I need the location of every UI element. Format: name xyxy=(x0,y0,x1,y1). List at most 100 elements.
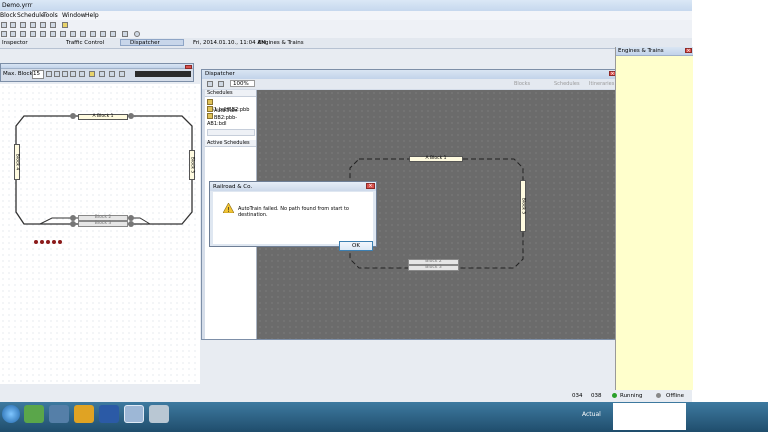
left-block-a1[interactable]: A Block 1 xyxy=(78,114,128,120)
running-icon xyxy=(612,393,617,398)
schedule-icon xyxy=(207,113,213,119)
stop-icon[interactable] xyxy=(134,30,140,37)
filter-schedules[interactable]: Schedules xyxy=(554,81,580,87)
tool-icon[interactable] xyxy=(30,21,36,28)
menu-block[interactable]: Block xyxy=(0,12,16,19)
tool-icon[interactable] xyxy=(20,30,26,37)
tool-icon[interactable] xyxy=(110,30,116,37)
dialog-body: ! AutoTrain failed. No path found from s… xyxy=(213,192,373,251)
left-block-4[interactable]: Block 4 xyxy=(14,144,20,180)
taskbar-app-icon[interactable] xyxy=(149,405,169,423)
menu-tools[interactable]: Tools xyxy=(43,12,58,19)
close-icon[interactable]: × xyxy=(685,48,692,54)
left-track-plan: A Block 1 Block 4 Block 5 Block 2 Block … xyxy=(0,84,200,384)
switchboard-window: Max. Blocks: 15 xyxy=(0,63,194,82)
status-bar: 034 038 Running Offline xyxy=(570,391,692,401)
tray-popup xyxy=(613,403,686,430)
schedule-icon xyxy=(207,106,213,112)
error-dialog: Railroad & Co. × ! AutoTrain failed. No … xyxy=(209,181,377,251)
tool-icon[interactable] xyxy=(62,71,68,77)
tool-icon[interactable] xyxy=(89,71,95,77)
filter-blocks[interactable]: Blocks xyxy=(514,81,530,87)
schedules-scrollbar[interactable] xyxy=(207,129,255,136)
schedules-header: Schedules xyxy=(205,90,256,97)
tool-icon[interactable] xyxy=(50,21,56,28)
left-track-svg xyxy=(15,113,193,244)
tool-icon[interactable] xyxy=(70,71,76,77)
close-icon[interactable]: × xyxy=(366,183,375,189)
zoom-select[interactable]: 100% xyxy=(230,80,255,87)
filter-itineraries[interactable]: Itineraries xyxy=(589,81,614,87)
offline-icon xyxy=(656,393,661,398)
view-tabs: Inspector Traffic Control Dispatcher Fri… xyxy=(0,38,692,49)
help-icon[interactable] xyxy=(62,21,68,28)
dispatcher-title: Dispatcher xyxy=(205,71,235,77)
status-value-1: 034 xyxy=(572,393,583,399)
dialog-title: Railroad & Co. xyxy=(213,184,253,190)
status-offline[interactable]: Offline xyxy=(666,393,684,399)
dispatcher-toolbar: 100% Blocks Schedules Itineraries xyxy=(202,79,617,89)
tool-icon[interactable] xyxy=(119,71,125,77)
tool-icon[interactable] xyxy=(100,30,106,37)
switchboard-header xyxy=(1,64,193,69)
dispatcher-block-5-label: Block 5 xyxy=(520,197,526,215)
save-icon[interactable] xyxy=(20,21,26,28)
left-block-4-label: Block 4 xyxy=(14,153,20,171)
tool-icon[interactable] xyxy=(40,30,46,37)
tool-icon[interactable] xyxy=(207,81,213,87)
redacted-field xyxy=(135,71,191,77)
taskbar-outlook-icon[interactable] xyxy=(74,405,94,423)
engines-trains-panel: Engines & Trains × xyxy=(615,47,693,390)
engines-header: Engines & Trains × xyxy=(616,47,693,56)
tool-icon[interactable] xyxy=(30,30,36,37)
pointer-icon[interactable] xyxy=(218,81,224,87)
start-button[interactable] xyxy=(2,405,20,423)
tool-icon[interactable] xyxy=(1,30,7,37)
new-icon[interactable] xyxy=(1,21,7,28)
tool-icon[interactable] xyxy=(109,71,115,77)
max-blocks-input[interactable]: 15 xyxy=(32,70,44,79)
datetime-label: Fri, 2014.01.10., 11:04 AM xyxy=(193,39,266,46)
tool-icon[interactable] xyxy=(40,21,46,28)
dispatcher-block-3[interactable]: Block 3 xyxy=(408,265,459,271)
taskbar-railroad-icon[interactable] xyxy=(124,405,144,423)
tool-icon[interactable] xyxy=(60,30,66,37)
tool-icon[interactable] xyxy=(50,30,56,37)
taskbar-app-icon[interactable] xyxy=(24,405,44,423)
tool-icon[interactable] xyxy=(99,71,105,77)
taskbar: Actual xyxy=(0,402,768,432)
dispatcher-block-a1[interactable]: A Block 1 xyxy=(409,156,463,162)
tab-traffic-control[interactable]: Traffic Control xyxy=(66,40,104,46)
taskbar-app-icon[interactable] xyxy=(49,405,69,423)
menu-schedule[interactable]: Schedule xyxy=(17,12,45,19)
dialog-header: Railroad & Co. × xyxy=(210,182,376,191)
menu-window[interactable]: Window xyxy=(62,12,86,19)
menu-bar: Block Schedule Tools Window Help xyxy=(0,11,692,20)
tool-icon[interactable] xyxy=(10,30,16,37)
schedule-item[interactable]: BB2:pbb-AB1:bdl xyxy=(207,113,256,127)
tab-engines-trains[interactable]: Engines & Trains xyxy=(258,40,304,46)
left-block-5-label: Block 5 xyxy=(189,156,195,174)
tool-icon[interactable] xyxy=(54,71,60,77)
tool-icon[interactable] xyxy=(46,71,52,77)
active-schedules-header: Active Schedules xyxy=(205,140,256,147)
left-block-3[interactable]: Block 3 xyxy=(78,221,128,227)
tool-icon[interactable] xyxy=(70,30,76,37)
tab-inspector[interactable]: Inspector xyxy=(2,40,28,46)
dialog-message: AutoTrain failed. No path found from sta… xyxy=(238,206,349,218)
tab-dispatcher[interactable]: Dispatcher xyxy=(120,38,184,46)
tool-icon[interactable] xyxy=(79,71,85,77)
taskbar-word-icon[interactable] xyxy=(99,405,119,423)
open-icon[interactable] xyxy=(10,21,16,28)
svg-text:!: ! xyxy=(227,206,230,213)
ok-button[interactable]: OK xyxy=(339,241,373,251)
dispatcher-block-5[interactable]: Block 5 xyxy=(520,180,526,232)
tool-icon[interactable] xyxy=(122,30,128,37)
status-running[interactable]: Running xyxy=(620,393,643,399)
menu-help[interactable]: Help xyxy=(85,12,99,19)
engines-title: Engines & Trains xyxy=(618,48,664,54)
left-block-5[interactable]: Block 5 xyxy=(189,150,195,180)
tool-icon[interactable] xyxy=(80,30,86,37)
tool-icon[interactable] xyxy=(90,30,96,37)
close-icon[interactable] xyxy=(185,65,192,69)
